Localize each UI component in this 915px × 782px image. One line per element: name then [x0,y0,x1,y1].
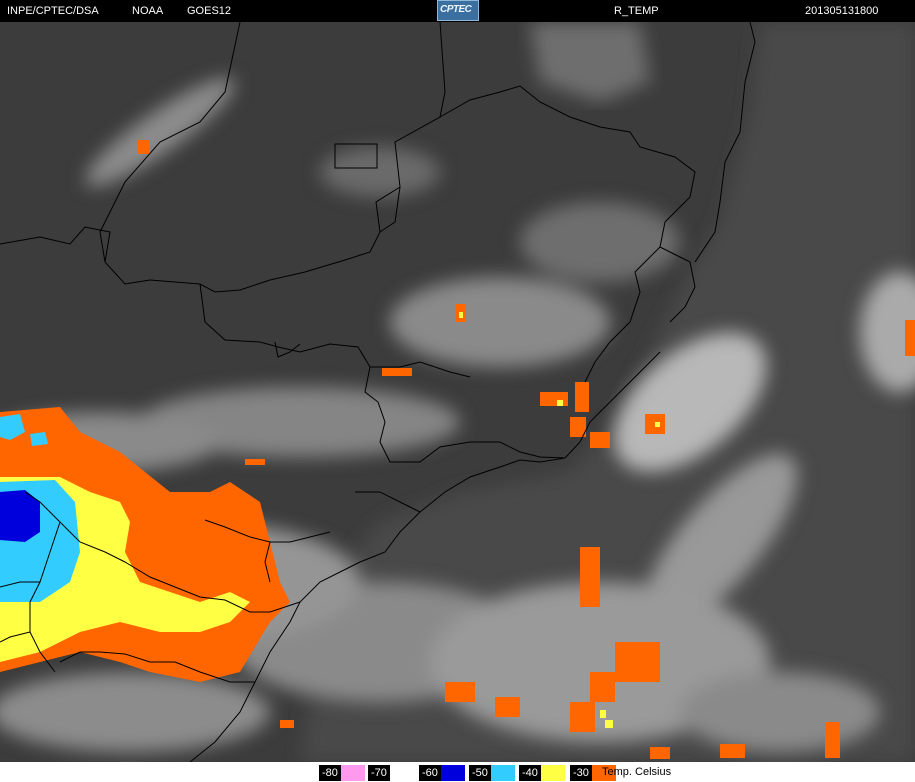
legend-item: -80 [319,765,365,781]
legend-swatch [490,765,515,781]
temperature-legend: -80 -70 -60 -50 -40 -30 Temp. Celsius [0,762,915,782]
logo-text: CPTEC [440,4,472,15]
satellite-map [0,22,915,762]
legend-swatch [540,765,565,781]
legend-item: -60 [419,765,465,781]
map-canvas [0,22,915,762]
legend-label: -50 [469,765,491,781]
legend-swatch [440,765,465,781]
legend-label: -30 [570,765,592,781]
header-bar: INPE/CPTEC/DSA NOAA GOES12 CPTEC R_TEMP … [0,0,915,22]
legend-unit: Temp. Celsius [602,766,672,778]
legend-swatch [389,765,414,781]
satellite-label: GOES12 [187,5,232,17]
source-label: INPE/CPTEC/DSA [7,5,99,17]
legend-label: -60 [419,765,441,781]
legend-swatch [340,765,365,781]
cptec-logo: CPTEC [437,0,479,21]
legend-label: -40 [519,765,541,781]
product-label: R_TEMP [614,5,659,17]
legend-label: -80 [319,765,341,781]
timestamp-label: 201305131800 [805,5,879,17]
legend-item: -50 [469,765,515,781]
legend-label: -70 [368,765,390,781]
legend-item: -40 [519,765,565,781]
legend-item: -70 [368,765,414,781]
agency-label: NOAA [132,5,164,17]
